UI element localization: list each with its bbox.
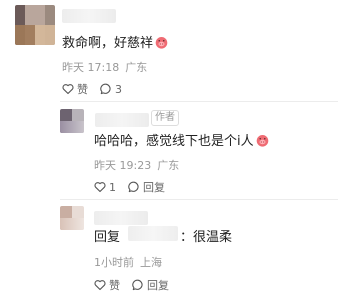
heart-outline-icon	[94, 182, 106, 193]
comment-bubble-icon	[128, 181, 139, 193]
comment-location: 广东	[157, 159, 180, 172]
comment-bubble-icon	[132, 279, 143, 291]
comment-meta: 1小时前 上海	[94, 254, 162, 270]
avatar[interactable]	[60, 206, 84, 230]
like-button[interactable]: 赞	[94, 277, 120, 293]
reply-label: 回复	[143, 181, 165, 194]
reply-count: 3	[115, 82, 122, 96]
heart-outline-icon	[62, 84, 74, 95]
comment-time: 1小时前	[94, 256, 134, 269]
comment-location: 广东	[125, 61, 148, 74]
like-button[interactable]: 赞	[62, 81, 88, 97]
comment-actions: 1 回复	[94, 179, 177, 195]
reply-count-button[interactable]: 3	[100, 83, 122, 96]
comment-time: 昨天 19:23	[94, 159, 152, 172]
username-blurred[interactable]	[62, 9, 116, 23]
comment-actions: 赞 回复	[94, 277, 181, 293]
pig-face-icon	[155, 36, 168, 49]
divider	[60, 199, 338, 200]
pig-face-icon	[256, 134, 269, 147]
avatar[interactable]	[60, 109, 84, 133]
like-button[interactable]: 1	[94, 181, 116, 194]
reply-suffix: ：很温柔	[180, 230, 233, 245]
comment-meta: 昨天 19:23 广东	[94, 157, 179, 173]
comment-bubble-icon	[100, 83, 111, 95]
comment-actions: 赞 3	[62, 81, 134, 97]
heart-outline-icon	[94, 280, 106, 291]
comment-text-content: 哈哈哈，感觉线下也是个i人	[94, 134, 254, 149]
reply-prefix: 回复	[94, 230, 121, 245]
username-blurred[interactable]	[94, 211, 148, 225]
reply-label: 回复	[147, 279, 169, 292]
comment-location: 上海	[140, 256, 162, 269]
comment-meta: 昨天 17:18 广东	[62, 59, 147, 75]
comment-text-content: 救命啊，好慈祥	[62, 36, 154, 51]
reply-button[interactable]: 回复	[132, 277, 169, 293]
like-label: 赞	[109, 279, 120, 292]
divider	[60, 101, 338, 102]
mentioned-username-blurred[interactable]	[128, 226, 178, 241]
like-count: 1	[109, 180, 116, 194]
username-blurred[interactable]	[95, 113, 149, 127]
like-label: 赞	[77, 83, 88, 96]
author-badge: 作者	[151, 110, 179, 126]
avatar[interactable]	[15, 5, 55, 45]
comment-time: 昨天 17:18	[62, 61, 120, 74]
comment-text: 哈哈哈，感觉线下也是个i人	[94, 133, 269, 151]
comment-text: 救命啊，好慈祥	[62, 35, 168, 53]
reply-button[interactable]: 回复	[128, 179, 165, 195]
